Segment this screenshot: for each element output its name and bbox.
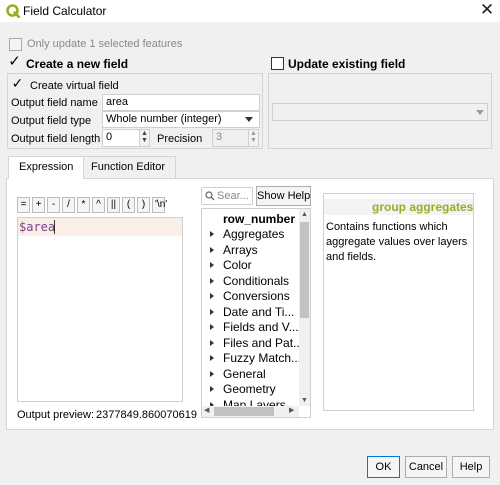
qgis-logo-icon xyxy=(6,4,20,18)
tree-item-conversions[interactable]: Conversions xyxy=(202,289,302,304)
precision-label: Precision xyxy=(157,133,203,145)
precision-value: 3 xyxy=(216,131,223,143)
only-selected-checkbox[interactable] xyxy=(9,38,22,51)
output-field-name-label: Output field name xyxy=(11,97,98,109)
search-placeholder: Sear... xyxy=(217,190,249,202)
update-existing-checkbox[interactable] xyxy=(271,57,284,70)
expand-arrow-icon[interactable] xyxy=(210,386,214,392)
operator-equals-button[interactable]: = xyxy=(17,197,30,213)
help-button[interactable]: Help xyxy=(452,456,490,478)
chevron-down-icon xyxy=(476,110,484,115)
tree-item-general[interactable]: General xyxy=(202,367,302,382)
help-text: Contains functions which aggregate value… xyxy=(326,221,468,263)
expand-arrow-icon[interactable] xyxy=(210,293,214,299)
create-new-field-label: Create a new field xyxy=(26,57,129,71)
expression-editor[interactable] xyxy=(17,217,183,402)
output-field-type-select[interactable]: Whole number (integer) xyxy=(102,111,260,128)
text-caret xyxy=(54,220,55,234)
tree-item-label: row_number xyxy=(223,212,296,226)
expand-arrow-icon[interactable] xyxy=(210,309,214,315)
operator-close-paren-button[interactable]: ) xyxy=(137,197,150,213)
cancel-button[interactable]: Cancel xyxy=(405,456,447,478)
operator-minus-button[interactable]: - xyxy=(47,197,60,213)
tree-item-color[interactable]: Color xyxy=(202,258,302,273)
expand-arrow-icon[interactable] xyxy=(210,278,214,284)
operator-plus-button[interactable]: + xyxy=(32,197,45,213)
expand-arrow-icon[interactable] xyxy=(210,247,214,253)
expand-arrow-icon[interactable] xyxy=(210,262,214,268)
tree-item-fields-values[interactable]: Fields and V... xyxy=(202,320,302,335)
only-selected-label: Only update 1 selected features xyxy=(27,38,183,50)
function-search-input[interactable]: Sear... xyxy=(201,187,253,205)
length-spin-arrows[interactable]: ▲ ▼ xyxy=(139,130,149,146)
operator-multiply-button[interactable]: * xyxy=(77,197,90,213)
expression-text: $area xyxy=(19,220,56,234)
output-field-length-label: Output field length xyxy=(11,133,101,145)
expand-arrow-icon[interactable] xyxy=(210,324,214,330)
tree-item-label: Arrays xyxy=(223,243,258,257)
output-field-name-input[interactable]: area xyxy=(102,94,260,111)
output-preview-value: 2377849.860070619 xyxy=(96,409,197,421)
scroll-up-icon[interactable]: ▲ xyxy=(301,211,308,219)
tab-expression[interactable]: Expression xyxy=(8,156,85,179)
tree-item-date-time[interactable]: Date and Ti... xyxy=(202,305,302,320)
virtual-field-label: Create virtual field xyxy=(30,80,119,92)
operator-divide-button[interactable]: / xyxy=(62,197,75,213)
tree-item-label: Aggregates xyxy=(223,227,285,241)
function-tree[interactable]: row_number Aggregates Arrays Color Condi… xyxy=(201,208,311,418)
scroll-left-icon[interactable]: ◀ xyxy=(204,407,209,415)
tree-item-files-paths[interactable]: Files and Pat... xyxy=(202,336,304,351)
search-icon xyxy=(205,191,215,201)
tree-item-label: General xyxy=(223,367,266,381)
scrollbar-thumb[interactable] xyxy=(214,407,274,416)
scroll-down-icon[interactable]: ▼ xyxy=(301,397,308,405)
tree-item-label: Conditionals xyxy=(223,274,290,288)
help-title: group aggregates xyxy=(372,200,474,214)
tree-item-arrays[interactable]: Arrays xyxy=(202,243,302,258)
tree-item-label: Files and Pat... xyxy=(223,336,304,350)
ok-button[interactable]: OK xyxy=(367,456,400,478)
expand-arrow-icon[interactable] xyxy=(210,355,214,361)
tree-item-label: Fields and V... xyxy=(223,320,299,334)
update-existing-label: Update existing field xyxy=(288,57,406,71)
tree-item-label: Fuzzy Match... xyxy=(223,351,302,365)
existing-field-select[interactable] xyxy=(272,103,488,121)
operator-concat-button[interactable]: || xyxy=(107,197,120,213)
tree-item-label: Conversions xyxy=(223,289,290,303)
tree-item-conditionals[interactable]: Conditionals xyxy=(202,274,302,289)
output-field-type-value: Whole number (integer) xyxy=(106,113,222,125)
tree-vertical-scrollbar[interactable]: ▲ ▼ xyxy=(299,209,310,406)
scroll-right-icon[interactable]: ▶ xyxy=(289,407,294,415)
create-new-field-checkbox[interactable]: ✓ xyxy=(8,54,21,69)
window-title: Field Calculator xyxy=(23,4,107,18)
chevron-down-icon xyxy=(245,117,253,122)
tree-item-fuzzy-matching[interactable]: Fuzzy Match... xyxy=(202,351,302,366)
output-field-length-value: 0 xyxy=(106,131,113,143)
operator-newline-button[interactable]: '\n' xyxy=(152,197,167,213)
tree-item-label: Geometry xyxy=(223,382,276,396)
expand-arrow-icon[interactable] xyxy=(210,231,214,237)
scrollbar-thumb[interactable] xyxy=(300,222,309,318)
tree-horizontal-scrollbar[interactable]: ◀ ▶ xyxy=(202,406,299,417)
tree-item-geometry[interactable]: Geometry xyxy=(202,382,302,397)
output-preview-label: Output preview: xyxy=(17,409,95,421)
expand-arrow-icon[interactable] xyxy=(210,371,214,377)
operator-open-paren-button[interactable]: ( xyxy=(122,197,135,213)
show-help-button[interactable]: Show Help xyxy=(256,186,311,206)
tree-item-row-number[interactable]: row_number xyxy=(202,212,302,227)
close-icon[interactable]: ✕ xyxy=(478,1,496,19)
precision-spin-arrows[interactable]: ▲ ▼ xyxy=(248,130,258,146)
expand-arrow-icon[interactable] xyxy=(210,340,214,346)
output-field-type-label: Output field type xyxy=(11,115,92,127)
tree-item-label: Date and Ti... xyxy=(223,305,295,319)
tree-item-aggregates[interactable]: Aggregates xyxy=(202,227,302,242)
operator-power-button[interactable]: ^ xyxy=(92,197,105,213)
virtual-field-checkbox[interactable]: ✓ xyxy=(11,76,24,91)
tree-item-label: Color xyxy=(223,258,252,272)
tab-function-editor[interactable]: Function Editor xyxy=(80,156,176,178)
